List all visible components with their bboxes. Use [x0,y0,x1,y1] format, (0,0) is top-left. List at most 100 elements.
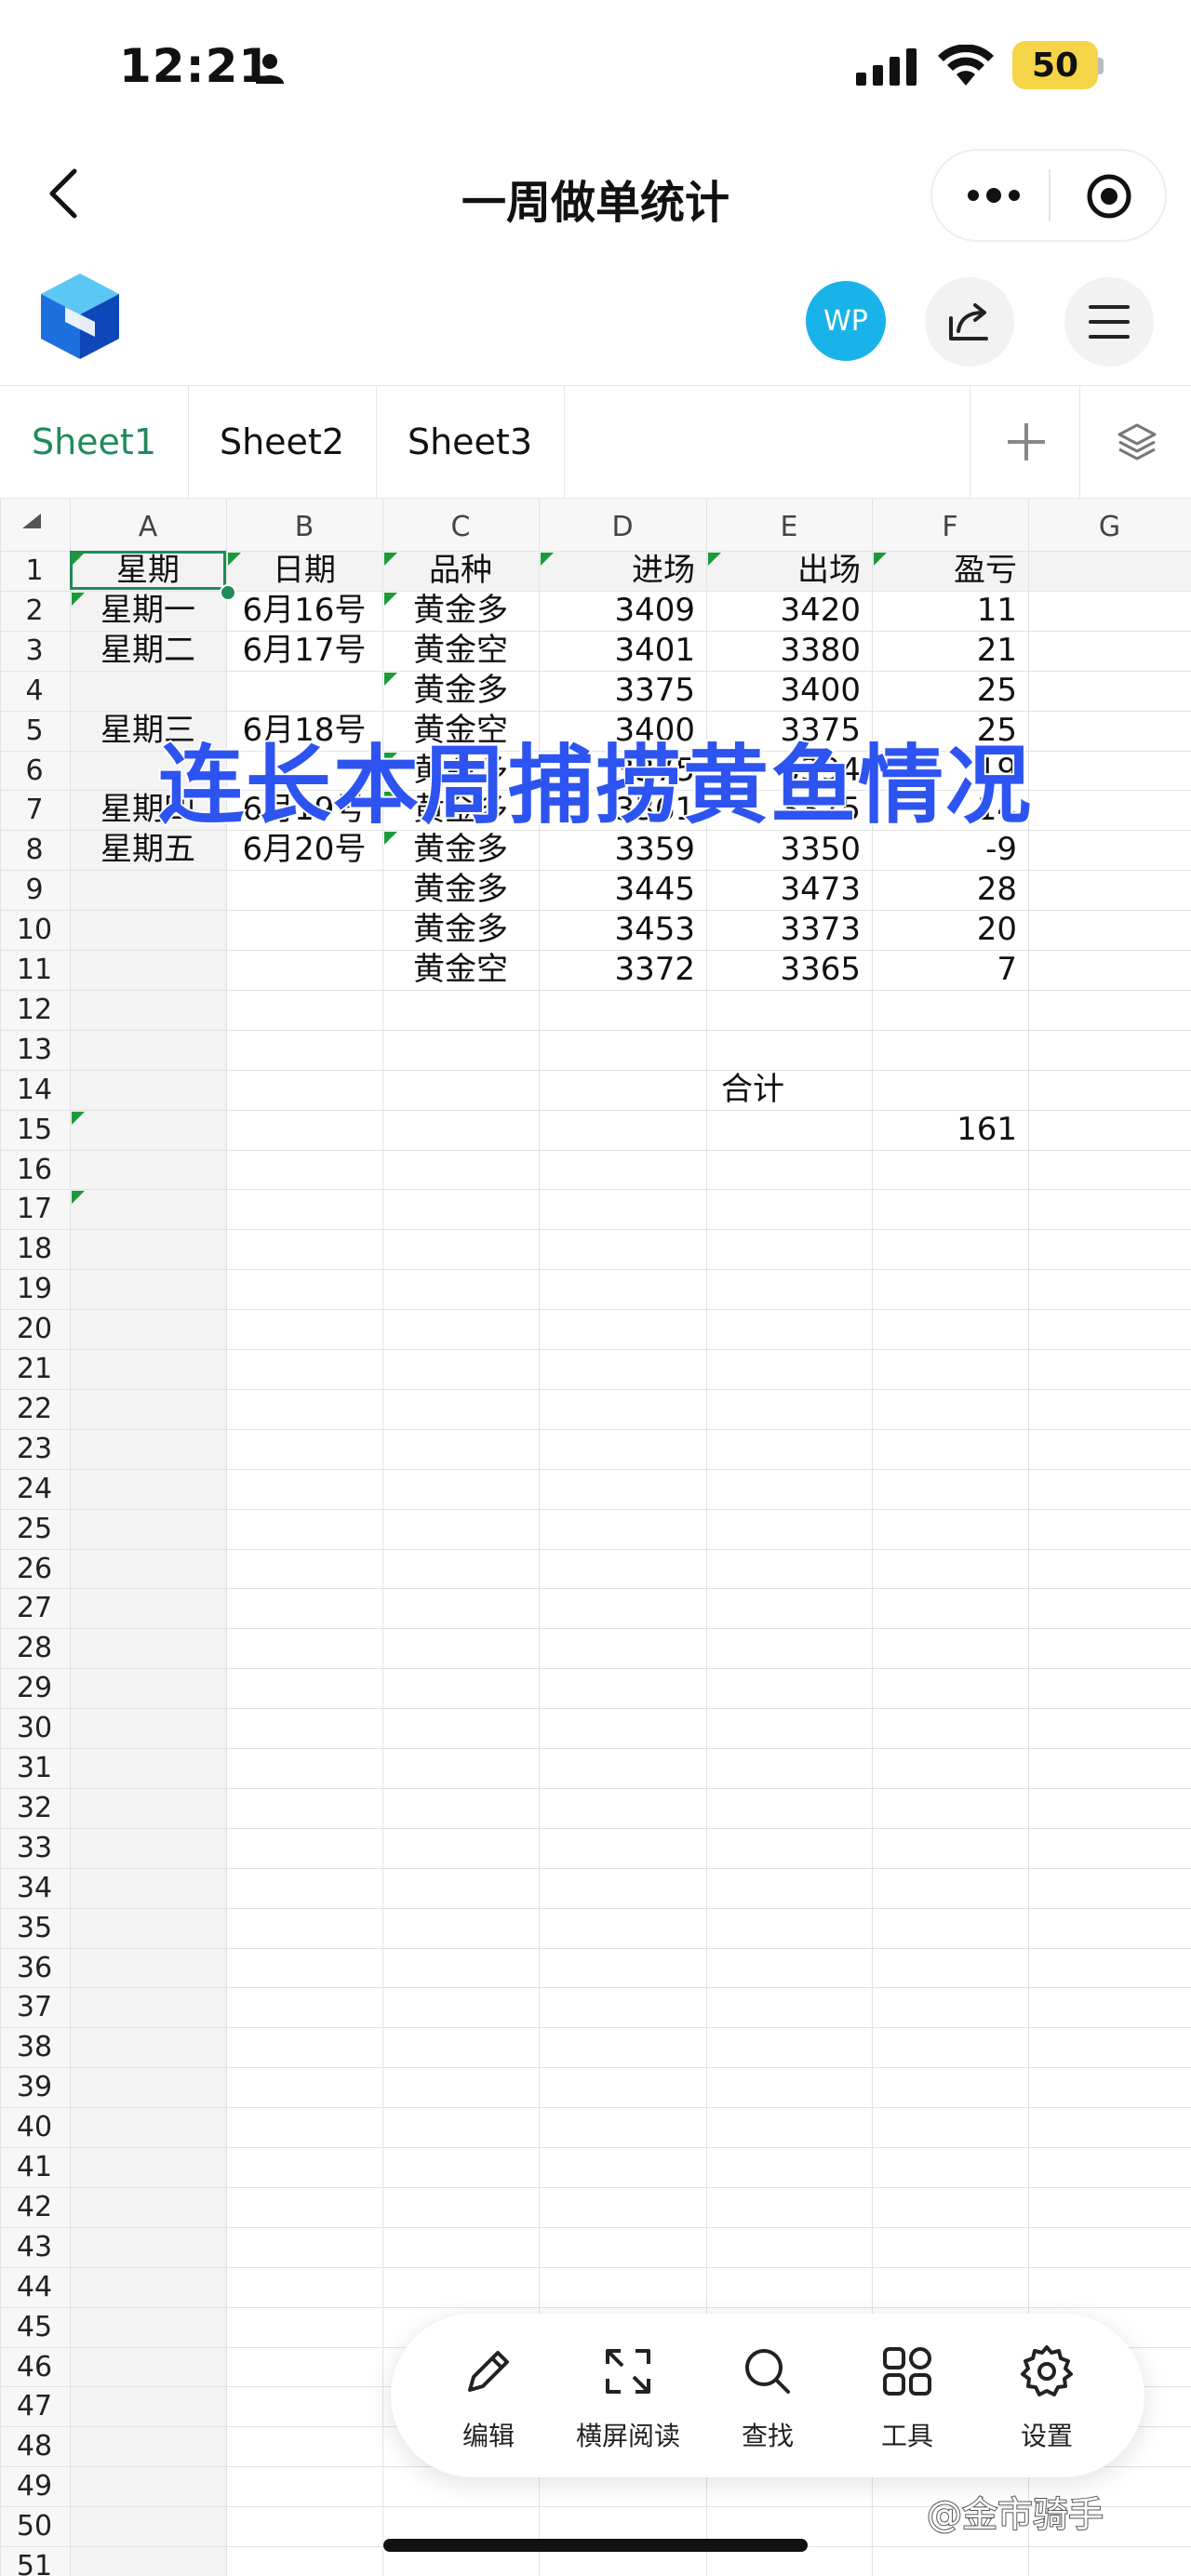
row-number-35[interactable]: 35 [0,1908,69,1948]
cell-e2[interactable]: 3420 [706,591,861,631]
landscape-read-button[interactable]: 横屏阅读 [558,2343,698,2453]
cell-c9[interactable]: 黄金多 [382,870,539,910]
add-sheet-button[interactable] [970,386,1080,498]
cell-e9[interactable]: 3473 [706,870,861,910]
summary-label[interactable]: 合计 [706,1070,799,1110]
row-number-33[interactable]: 33 [0,1828,69,1868]
column-header-c[interactable]: C [382,499,539,551]
row-number-12[interactable]: 12 [0,990,69,1030]
cell-f9[interactable]: 28 [872,870,1017,910]
sheet-list-button[interactable] [1079,386,1191,498]
row-number-42[interactable]: 42 [0,2187,69,2227]
row-number-26[interactable]: 26 [0,1549,69,1589]
row-number-24[interactable]: 24 [0,1469,69,1509]
row-number-13[interactable]: 13 [0,1030,69,1070]
cell-d4[interactable]: 3375 [539,671,695,711]
cell-e3[interactable]: 3380 [706,631,861,671]
tab-sheet3[interactable]: Sheet3 [376,386,565,498]
tools-button[interactable]: 工具 [837,2343,977,2453]
cell-e11[interactable]: 3365 [706,950,861,990]
summary-total[interactable]: 161 [872,1110,1017,1150]
row-number-16[interactable]: 16 [0,1150,69,1190]
row-number-3[interactable]: 3 [0,631,69,671]
header-cell-e[interactable]: 出场 [706,551,861,591]
header-cell-f[interactable]: 盈亏 [872,551,1017,591]
row-number-20[interactable]: 20 [0,1309,69,1349]
cell-f4[interactable]: 25 [872,671,1017,711]
row-number-10[interactable]: 10 [0,910,69,950]
select-all-corner-icon[interactable] [20,512,43,530]
row-number-39[interactable]: 39 [0,2067,69,2107]
row-number-38[interactable]: 38 [0,2027,69,2067]
row-number-27[interactable]: 27 [0,1588,69,1628]
row-number-19[interactable]: 19 [0,1269,69,1309]
row-number-51[interactable]: 51 [0,2546,69,2576]
cell-f2[interactable]: 11 [872,591,1017,631]
row-number-28[interactable]: 28 [0,1628,69,1668]
row-number-43[interactable]: 43 [0,2227,69,2267]
column-header-b[interactable]: B [226,499,382,551]
row-number-4[interactable]: 4 [0,671,69,711]
cell-a2[interactable]: 星期一 [70,591,226,631]
cell-a3[interactable]: 星期二 [70,631,226,671]
row-number-14[interactable]: 14 [0,1070,69,1110]
row-number-45[interactable]: 45 [0,2307,69,2347]
row-number-49[interactable]: 49 [0,2466,69,2506]
row-number-23[interactable]: 23 [0,1429,69,1469]
cell-e4[interactable]: 3400 [706,671,861,711]
cell-c3[interactable]: 黄金空 [382,631,539,671]
header-cell-a[interactable]: 星期 [70,551,226,591]
cell-f3[interactable]: 21 [872,631,1017,671]
cell-c4[interactable]: 黄金多 [382,671,539,711]
cell-d11[interactable]: 3372 [539,950,695,990]
cell-b3[interactable]: 6月17号 [226,631,382,671]
row-number-48[interactable]: 48 [0,2426,69,2466]
row-number-31[interactable]: 31 [0,1748,69,1788]
row-number-41[interactable]: 41 [0,2147,69,2187]
column-header-f[interactable]: F [872,499,1028,551]
row-number-29[interactable]: 29 [0,1668,69,1708]
share-button[interactable] [925,277,1014,367]
column-header-g[interactable]: G [1028,499,1191,551]
row-number-21[interactable]: 21 [0,1349,69,1389]
row-number-50[interactable]: 50 [0,2506,69,2546]
row-number-44[interactable]: 44 [0,2267,69,2307]
find-button[interactable]: 查找 [698,2343,837,2453]
row-number-37[interactable]: 37 [0,1987,69,2027]
user-avatar[interactable]: WP [806,281,886,361]
cell-c11[interactable]: 黄金空 [382,950,539,990]
row-number-40[interactable]: 40 [0,2107,69,2147]
cell-e10[interactable]: 3373 [706,910,861,950]
close-target-icon[interactable] [1086,173,1132,220]
edit-button[interactable]: 编辑 [419,2343,558,2453]
header-cell-c[interactable]: 品种 [382,551,539,591]
row-number-18[interactable]: 18 [0,1229,69,1269]
header-cell-b[interactable]: 日期 [226,551,382,591]
column-header-e[interactable]: E [706,499,872,551]
row-number-1[interactable]: 1 [0,551,69,591]
cell-d2[interactable]: 3409 [539,591,695,631]
header-cell-d[interactable]: 进场 [539,551,695,591]
row-number-47[interactable]: 47 [0,2386,69,2426]
tab-sheet2[interactable]: Sheet2 [188,386,377,498]
column-header-a[interactable]: A [70,499,226,551]
cell-d9[interactable]: 3445 [539,870,695,910]
menu-button[interactable] [1064,277,1154,367]
row-number-11[interactable]: 11 [0,950,69,990]
cell-d3[interactable]: 3401 [539,631,695,671]
tab-sheet1[interactable]: Sheet1 [0,386,189,498]
row-number-25[interactable]: 25 [0,1509,69,1549]
cell-c2[interactable]: 黄金多 [382,591,539,631]
cell-f10[interactable]: 20 [872,910,1017,950]
row-number-22[interactable]: 22 [0,1389,69,1429]
row-number-9[interactable]: 9 [0,870,69,910]
row-number-15[interactable]: 15 [0,1110,69,1150]
cell-c10[interactable]: 黄金多 [382,910,539,950]
cell-d10[interactable]: 3453 [539,910,695,950]
settings-button[interactable]: 设置 [977,2343,1117,2453]
row-number-2[interactable]: 2 [0,591,69,631]
row-number-36[interactable]: 36 [0,1948,69,1988]
cell-b2[interactable]: 6月16号 [226,591,382,631]
column-header-d[interactable]: D [539,499,706,551]
row-number-46[interactable]: 46 [0,2347,69,2387]
